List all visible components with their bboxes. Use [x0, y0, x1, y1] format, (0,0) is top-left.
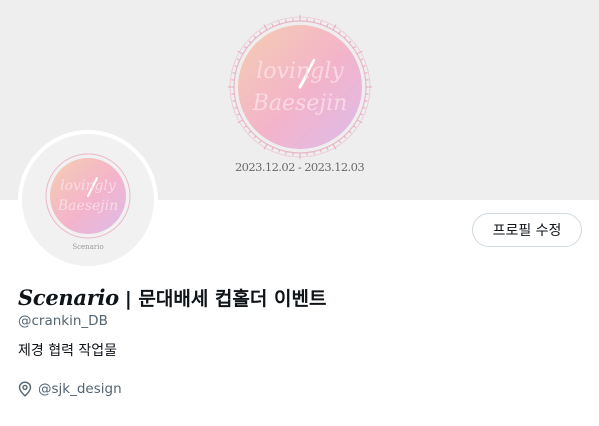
- clock-tick: [236, 113, 240, 116]
- profile-name-rest: | 문대배세 컵홀더 이벤트: [124, 288, 327, 310]
- clock-tick: [343, 35, 347, 39]
- clock-tick: [232, 100, 236, 102]
- clock-tick: [319, 21, 322, 25]
- banner-art-text-1: lovingly: [256, 59, 344, 84]
- clock-tick: [338, 140, 341, 144]
- clock-tick: [343, 135, 347, 139]
- clock-tick: [360, 113, 364, 116]
- avatar-art-text-2: Baesejin: [57, 198, 118, 214]
- clock-tick: [259, 140, 262, 144]
- clock-tick: [253, 35, 257, 39]
- avatar-art-text-1: lovingly: [60, 178, 117, 194]
- profile-name-script: Scenario: [18, 285, 119, 310]
- profile-name: Scenario | 문대배세 컵홀더 이벤트: [18, 284, 326, 311]
- clock-tick: [259, 30, 262, 34]
- clock-tick: [271, 147, 274, 151]
- banner-art-text-2: Baesejin: [252, 91, 348, 116]
- profile-handle: @crankin_DB: [18, 313, 108, 329]
- clock-tick: [271, 23, 274, 27]
- clock-tick: [313, 151, 315, 155]
- clock-tick: [319, 149, 322, 153]
- clock-tick: [248, 40, 252, 44]
- profile-bio: 제경 협력 작업물: [18, 343, 118, 359]
- location-text: @sjk_design: [38, 381, 122, 397]
- clock-tick: [236, 58, 240, 61]
- avatar-caption: Scenario: [72, 243, 103, 251]
- clock-tick: [338, 30, 341, 34]
- clock-tick: [348, 40, 352, 44]
- clock-tick: [364, 72, 368, 74]
- clock-tick: [285, 151, 287, 155]
- clock-tick: [348, 130, 352, 134]
- clock-tick: [248, 130, 252, 134]
- clock-tick: [234, 65, 238, 68]
- clock-tick: [243, 125, 247, 128]
- clock-tick: [278, 149, 281, 153]
- clock-tick: [362, 106, 366, 109]
- clock-tick: [362, 65, 366, 68]
- clock-tick: [326, 23, 329, 27]
- clock-tick: [313, 19, 315, 23]
- clock-tick: [326, 147, 329, 151]
- clock-tick: [234, 106, 238, 109]
- clock-tick: [253, 135, 257, 139]
- clock-tick: [353, 125, 357, 128]
- clock-tick: [232, 72, 236, 74]
- edit-profile-button[interactable]: 프로필 수정: [472, 213, 582, 247]
- clock-tick: [243, 46, 247, 49]
- clock-tick: [285, 19, 287, 23]
- clock-tick: [360, 58, 364, 61]
- location-pin-icon: [18, 381, 32, 397]
- clock-tick: [278, 21, 281, 25]
- clock-tick: [364, 100, 368, 102]
- profile-location: @sjk_design: [18, 381, 122, 397]
- avatar-clock-artwork: lovingly Baesejin Scenario: [45, 153, 131, 251]
- clock-tick: [353, 46, 357, 49]
- avatar[interactable]: lovingly Baesejin Scenario: [18, 130, 158, 270]
